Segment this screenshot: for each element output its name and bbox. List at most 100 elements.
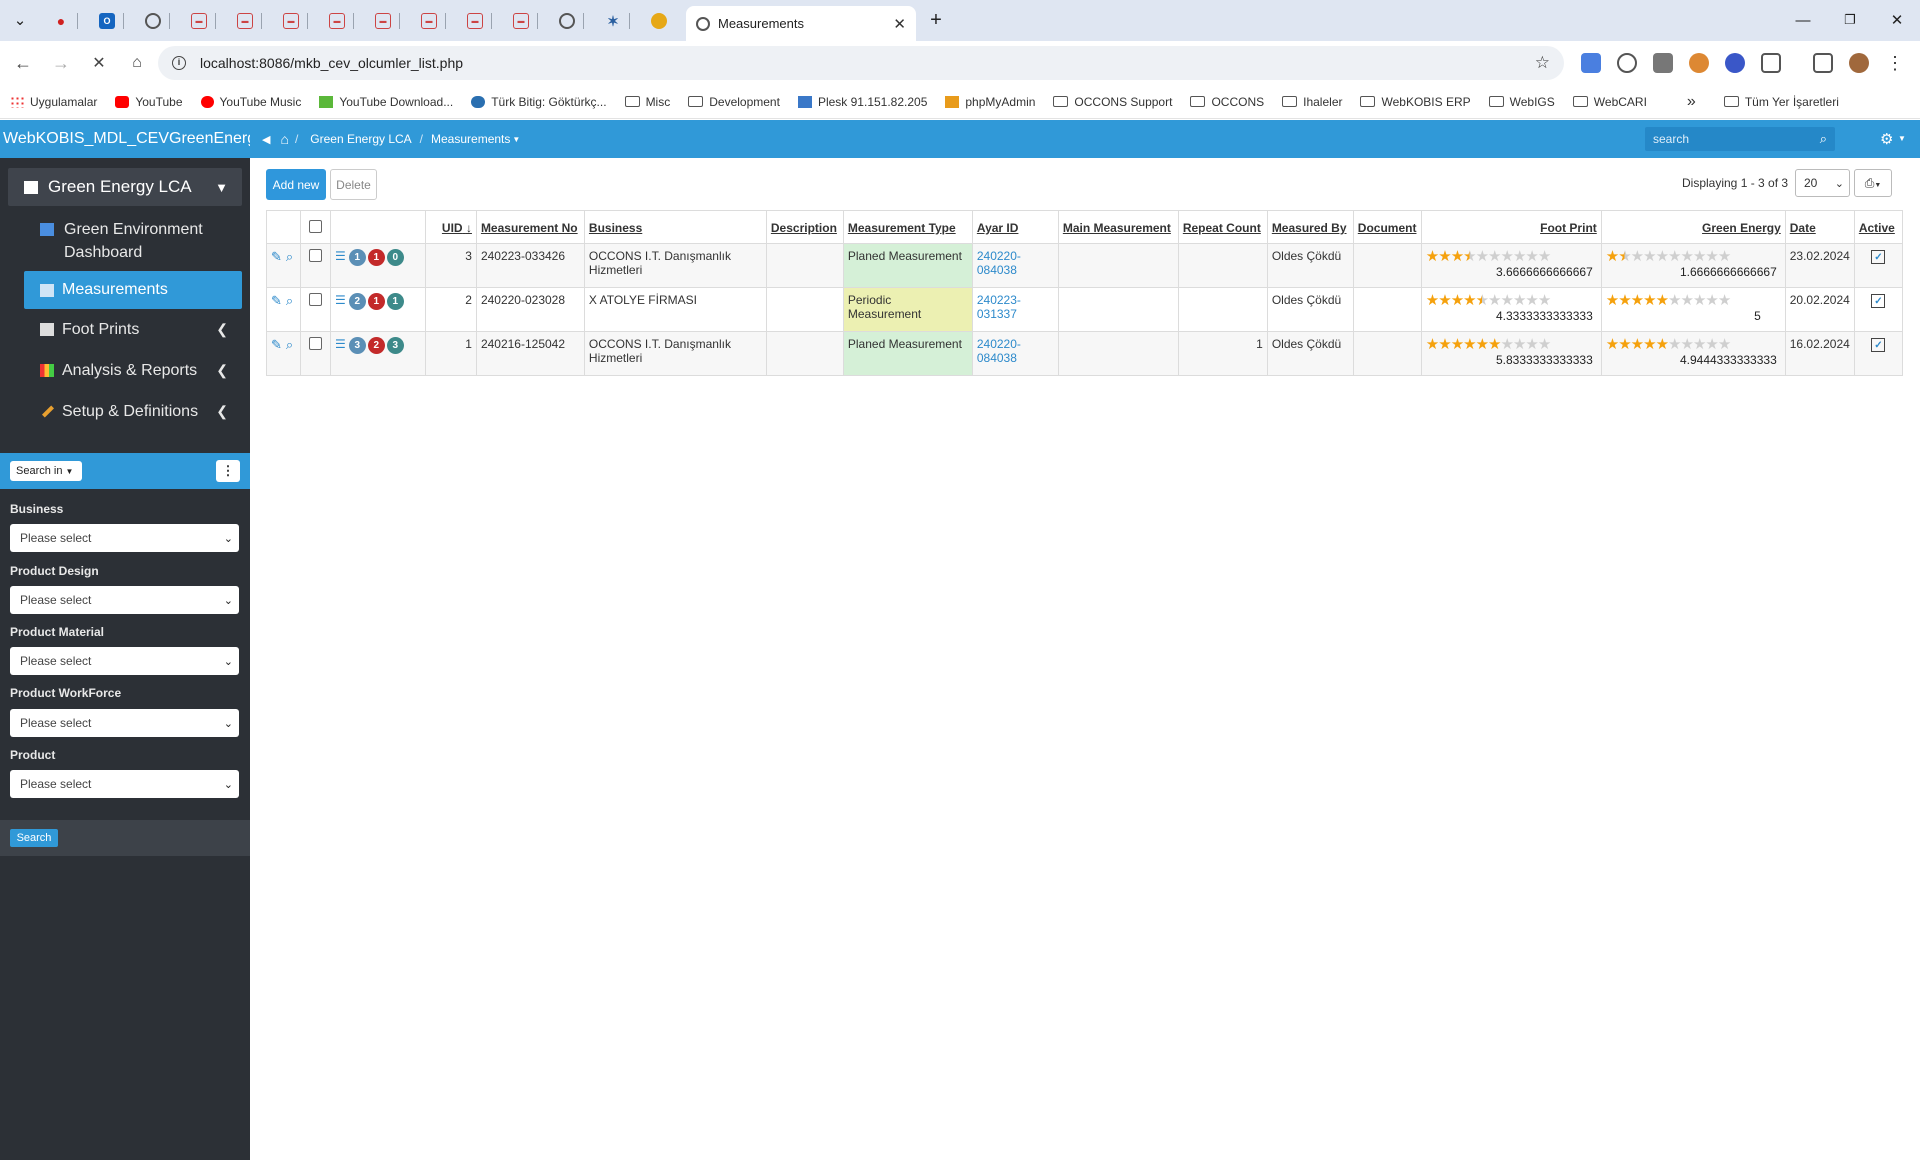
list-icon[interactable]: ☰ bbox=[335, 337, 346, 351]
header-document[interactable]: Document bbox=[1352, 210, 1422, 244]
sidebar-item-setup[interactable]: Setup & Definitions ❮ bbox=[0, 391, 250, 432]
row-checkbox[interactable] bbox=[308, 337, 322, 350]
view-magnifier-icon[interactable]: ⌕ bbox=[286, 249, 293, 265]
bookmark-webcari[interactable]: WebCARI bbox=[1572, 95, 1647, 109]
bookmark-ihaleler[interactable]: Ihaleler bbox=[1282, 95, 1342, 109]
header-uid[interactable]: UID ↓ bbox=[424, 210, 477, 244]
header-measurement-no[interactable]: Measurement No bbox=[475, 210, 585, 244]
bookmark-plesk[interactable]: Plesk 91.151.82.205 bbox=[797, 95, 927, 109]
pinned-tab[interactable]: ▬ bbox=[182, 8, 216, 34]
count-badge[interactable]: 1 bbox=[367, 249, 385, 266]
header-measurement-type[interactable]: Measurement Type bbox=[842, 210, 973, 244]
bookmark-webigs[interactable]: WebIGS bbox=[1488, 95, 1555, 109]
info-icon[interactable]: i bbox=[172, 56, 186, 70]
puzzle-icon[interactable] bbox=[1761, 53, 1781, 73]
pinned-tab[interactable] bbox=[136, 8, 170, 34]
pinned-tab[interactable]: ▬ bbox=[274, 8, 308, 34]
header-active[interactable]: Active bbox=[1853, 210, 1904, 244]
view-magnifier-icon[interactable]: ⌕ bbox=[286, 337, 293, 353]
sidebar-item-measurements[interactable]: Measurements bbox=[24, 271, 242, 309]
cell-ayar-id-link[interactable]: 240220-084038 bbox=[971, 331, 1059, 376]
count-badge[interactable]: 0 bbox=[386, 249, 404, 266]
bookmark-misc[interactable]: Misc bbox=[624, 95, 670, 109]
pinned-tab[interactable]: ▬ bbox=[458, 8, 492, 34]
collapse-sidebar-icon[interactable]: ◀ bbox=[262, 133, 270, 146]
new-tab-icon[interactable]: + bbox=[926, 9, 946, 31]
count-badge[interactable]: 3 bbox=[348, 337, 366, 354]
business-select[interactable]: Please select ⌄ bbox=[10, 524, 239, 552]
product-material-select[interactable]: Please select ⌄ bbox=[10, 647, 239, 675]
pinned-tab[interactable] bbox=[642, 8, 676, 34]
header-date[interactable]: Date bbox=[1784, 210, 1855, 244]
menu-green-energy-lca[interactable]: Green Energy LCA ▼ bbox=[8, 168, 242, 206]
edit-pencil-icon[interactable]: ✎ bbox=[271, 249, 282, 265]
product-design-select[interactable]: Please select ⌄ bbox=[10, 586, 239, 614]
product-select[interactable]: Please select ⌄ bbox=[10, 770, 239, 798]
extension-icon[interactable] bbox=[1653, 53, 1673, 73]
minimize-icon[interactable]: — bbox=[1793, 10, 1813, 30]
header-ayar-id[interactable]: Ayar ID bbox=[971, 210, 1059, 244]
profile-avatar[interactable] bbox=[1849, 53, 1869, 73]
pinned-tab[interactable]: ▬ bbox=[412, 8, 446, 34]
top-search-input[interactable]: search ⌕ bbox=[1645, 127, 1835, 151]
header-description[interactable]: Description bbox=[765, 210, 844, 244]
side-panel-icon[interactable] bbox=[1813, 53, 1833, 73]
pinned-tab[interactable] bbox=[550, 8, 584, 34]
print-export-button[interactable]: ⎙▼ bbox=[1854, 169, 1892, 197]
count-badge[interactable]: 2 bbox=[348, 293, 366, 310]
edit-pencil-icon[interactable]: ✎ bbox=[271, 337, 282, 353]
app-brand[interactable]: WebKOBIS_MDL_CEVGreenEnergy bbox=[0, 120, 250, 158]
count-badge[interactable]: 3 bbox=[386, 337, 404, 354]
bookmark-star-icon[interactable]: ☆ bbox=[1535, 53, 1550, 73]
count-badge[interactable]: 1 bbox=[386, 293, 404, 310]
product-workforce-select[interactable]: Please select ⌄ bbox=[10, 709, 239, 737]
row-checkbox[interactable] bbox=[308, 249, 322, 262]
view-magnifier-icon[interactable]: ⌕ bbox=[286, 293, 293, 309]
home-icon[interactable]: ⌂ bbox=[122, 48, 152, 78]
header-green-energy[interactable]: Green Energy bbox=[1600, 210, 1786, 244]
sidebar-item-dashboard[interactable]: Green Environment Dashboard bbox=[0, 218, 250, 264]
translate-icon[interactable] bbox=[1581, 53, 1601, 73]
search-in-dropdown[interactable]: Search in ▼ bbox=[10, 461, 82, 481]
breadcrumb-measurements[interactable]: Measurements bbox=[431, 132, 510, 146]
header-main-measurement[interactable]: Main Measurement bbox=[1057, 210, 1179, 244]
address-bar[interactable]: i localhost:8086/mkb_cev_olcumler_list.p… bbox=[158, 46, 1564, 80]
select-all-checkbox[interactable] bbox=[308, 220, 322, 233]
all-bookmarks[interactable]: Tüm Yer İşaretleri bbox=[1723, 95, 1839, 109]
bookmark-turk-bitig[interactable]: Türk Bitig: Göktürkç... bbox=[471, 95, 607, 109]
pinned-tab[interactable]: ● bbox=[44, 8, 78, 34]
breadcrumb-green-energy[interactable]: Green Energy LCA bbox=[310, 132, 411, 146]
bookmark-phpmyadmin[interactable]: phpMyAdmin bbox=[945, 95, 1035, 109]
header-repeat-count[interactable]: Repeat Count bbox=[1177, 210, 1268, 244]
home-icon[interactable]: ⌂ bbox=[280, 131, 288, 147]
count-badge[interactable]: 1 bbox=[367, 293, 385, 310]
bookmark-youtube-download[interactable]: YouTube Download... bbox=[319, 95, 453, 109]
recycle-icon[interactable] bbox=[1617, 53, 1637, 73]
pinned-tab[interactable]: ▬ bbox=[366, 8, 400, 34]
page-size-select[interactable]: 20 ⌄ bbox=[1795, 169, 1850, 197]
tab-search-icon[interactable]: ⌄ bbox=[10, 10, 30, 30]
pinned-tab[interactable]: ✶ bbox=[596, 8, 630, 34]
row-checkbox[interactable] bbox=[308, 293, 322, 306]
pinned-tab[interactable]: ▬ bbox=[228, 8, 262, 34]
count-badge[interactable]: 1 bbox=[348, 249, 366, 266]
bookmark-occons[interactable]: OCCONS bbox=[1190, 95, 1264, 109]
more-options-icon[interactable]: ⋮ bbox=[216, 460, 240, 482]
restore-icon[interactable]: ❐ bbox=[1840, 10, 1860, 30]
forward-icon[interactable]: → bbox=[46, 48, 76, 78]
cell-ayar-id-link[interactable]: 240220-084038 bbox=[971, 243, 1059, 288]
list-icon[interactable]: ☰ bbox=[335, 293, 346, 307]
bookmark-occons-support[interactable]: OCCONS Support bbox=[1053, 95, 1172, 109]
back-icon[interactable]: ← bbox=[8, 48, 38, 78]
search-button[interactable]: Search bbox=[10, 829, 58, 847]
menu-dots-icon[interactable]: ⋮ bbox=[1885, 53, 1905, 73]
sidebar-item-analysis[interactable]: Analysis & Reports ❮ bbox=[0, 350, 250, 391]
bookmark-webkobis-erp[interactable]: WebKOBIS ERP bbox=[1360, 95, 1471, 109]
count-badge[interactable]: 2 bbox=[367, 337, 385, 354]
extension-icon[interactable] bbox=[1725, 53, 1745, 73]
header-business[interactable]: Business bbox=[583, 210, 767, 244]
add-new-button[interactable]: Add new bbox=[266, 169, 326, 200]
pinned-tab[interactable]: ▬ bbox=[504, 8, 538, 34]
bookmark-apps[interactable]: Uygulamalar bbox=[10, 95, 97, 109]
header-foot-print[interactable]: Foot Print bbox=[1420, 210, 1602, 244]
